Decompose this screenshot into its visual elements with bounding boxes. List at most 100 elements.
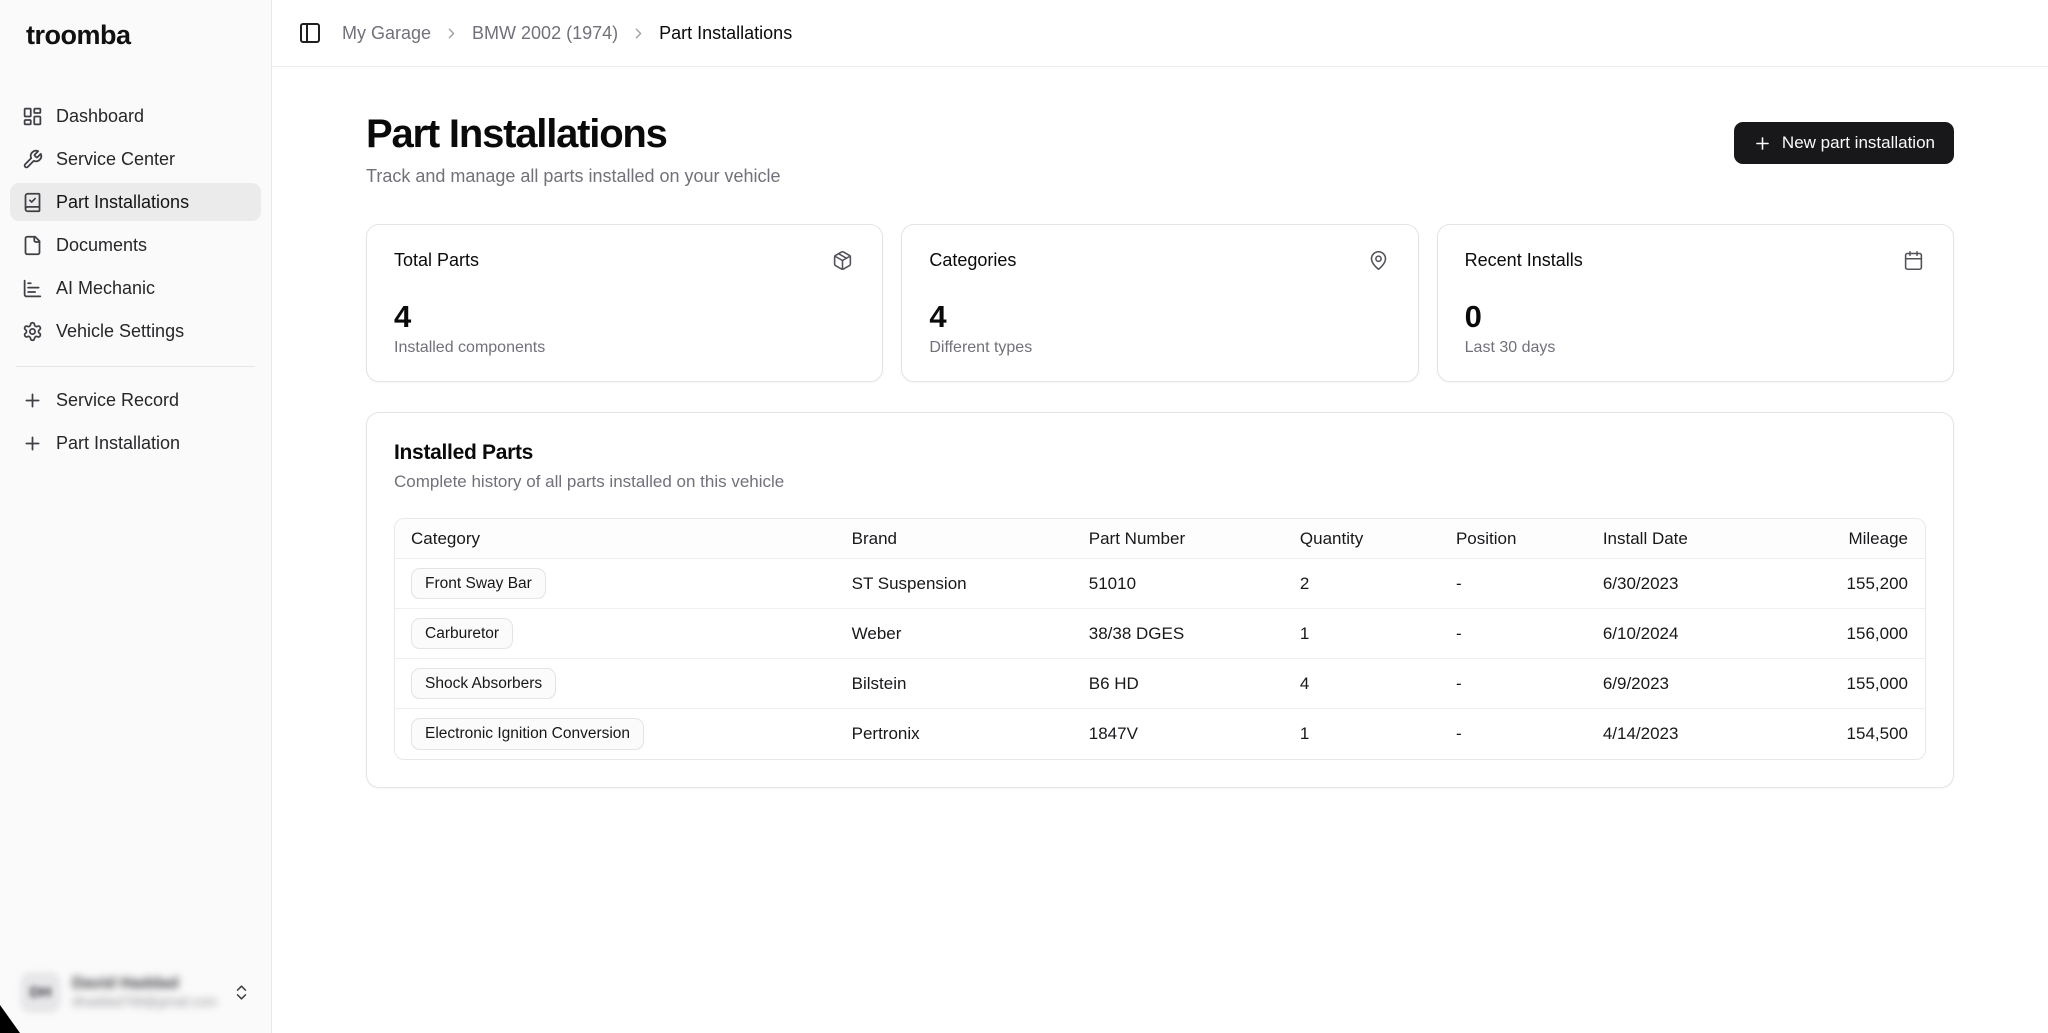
column-header-position: Position (1440, 529, 1587, 549)
new-part-installation-label: New part installation (1782, 133, 1935, 153)
table-row[interactable]: Shock Absorbers Bilstein B6 HD 4 - 6/9/2… (395, 659, 1925, 709)
chevron-right-icon (630, 25, 647, 42)
plus-icon (1753, 134, 1772, 153)
breadcrumb-my-garage[interactable]: My Garage (342, 23, 431, 44)
cell-quantity: 1 (1284, 624, 1440, 644)
stats-row: Total Parts 4 Installed components Categ… (366, 224, 1954, 382)
map-pin-icon (1368, 250, 1389, 271)
table-row[interactable]: Front Sway Bar ST Suspension 51010 2 - 6… (395, 559, 1925, 609)
page-header: Part Installations Track and manage all … (366, 111, 1954, 187)
sidebar-item-part-installations[interactable]: Part Installations (10, 183, 261, 221)
cell-mileage: 154,500 (1775, 724, 1925, 744)
user-info: David Haddad dhaddad768@gmail.com (72, 974, 221, 1010)
page-subtitle: Track and manage all parts installed on … (366, 166, 781, 187)
cell-quantity: 1 (1284, 724, 1440, 744)
cell-install-date: 6/9/2023 (1587, 674, 1775, 694)
column-header-part-number: Part Number (1073, 529, 1284, 549)
wrench-icon (22, 149, 43, 170)
category-badge: Carburetor (411, 618, 513, 649)
breadcrumb-vehicle[interactable]: BMW 2002 (1974) (472, 23, 618, 44)
sidebar-toggle-icon[interactable] (298, 21, 322, 45)
stat-title: Recent Installs (1465, 250, 1583, 271)
user-email: dhaddad768@gmail.com (72, 994, 221, 1011)
page-title: Part Installations (366, 111, 781, 157)
main-column: My Garage BMW 2002 (1974) Part Installat… (272, 0, 2048, 1033)
category-badge: Electronic Ignition Conversion (411, 718, 644, 749)
book-check-icon (22, 192, 43, 213)
table-row[interactable]: Carburetor Weber 38/38 DGES 1 - 6/10/202… (395, 609, 1925, 659)
new-part-installation-button[interactable]: New part installation (1734, 122, 1954, 164)
cell-brand: Pertronix (836, 724, 1073, 744)
avatar-initials: DH (30, 984, 52, 1001)
stat-card-categories: Categories 4 Different types (901, 224, 1418, 382)
table-row[interactable]: Electronic Ignition Conversion Pertronix… (395, 709, 1925, 759)
stat-caption: Last 30 days (1465, 339, 1924, 357)
table-header-row: Category Brand Part Number Quantity Posi… (395, 519, 1925, 559)
sidebar-item-dashboard[interactable]: Dashboard (10, 97, 261, 135)
plus-icon (22, 433, 43, 454)
cell-brand: Bilstein (836, 674, 1073, 694)
breadcrumb-current: Part Installations (659, 23, 792, 44)
chevrons-up-down-icon (232, 983, 251, 1002)
plus-icon (22, 390, 43, 411)
cell-quantity: 4 (1284, 674, 1440, 694)
stat-value: 4 (394, 300, 853, 334)
cell-position: - (1440, 674, 1587, 694)
package-icon (832, 250, 853, 271)
sidebar-item-label: Documents (56, 235, 147, 256)
cell-part-number: B6 HD (1073, 674, 1284, 694)
stat-value: 0 (1465, 300, 1924, 334)
cell-mileage: 155,000 (1775, 674, 1925, 694)
category-badge: Shock Absorbers (411, 668, 556, 699)
bar-chart-icon (22, 278, 43, 299)
column-header-category: Category (395, 529, 836, 549)
sidebar-item-vehicle-settings[interactable]: Vehicle Settings (10, 312, 261, 350)
sidebar-divider (16, 366, 255, 367)
sidebar: troomba Dashboard Service Center Part In… (0, 0, 272, 1033)
installed-parts-card: Installed Parts Complete history of all … (366, 412, 1954, 788)
sidebar-action-service-record[interactable]: Service Record (10, 381, 261, 419)
cell-install-date: 6/10/2024 (1587, 624, 1775, 644)
sidebar-item-ai-mechanic[interactable]: AI Mechanic (10, 269, 261, 307)
chevron-right-icon (443, 25, 460, 42)
sidebar-nav: Dashboard Service Center Part Installati… (10, 97, 261, 350)
sidebar-item-label: Service Center (56, 149, 175, 170)
avatar: DH (20, 972, 61, 1013)
column-header-mileage: Mileage (1775, 529, 1925, 549)
sidebar-item-documents[interactable]: Documents (10, 226, 261, 264)
column-header-install-date: Install Date (1587, 529, 1775, 549)
calendar-icon (1903, 250, 1924, 271)
stat-value: 4 (929, 300, 1388, 334)
sidebar-item-label: Dashboard (56, 106, 144, 127)
sidebar-quick-actions: Service Record Part Installation (10, 381, 261, 462)
cell-brand: ST Suspension (836, 574, 1073, 594)
sidebar-action-part-installation[interactable]: Part Installation (10, 424, 261, 462)
document-icon (22, 235, 43, 256)
cell-position: - (1440, 574, 1587, 594)
breadcrumb: My Garage BMW 2002 (1974) Part Installat… (342, 23, 792, 44)
app-logo: troomba (10, 14, 261, 51)
sidebar-item-label: Part Installations (56, 192, 189, 213)
cell-position: - (1440, 724, 1587, 744)
sidebar-item-service-center[interactable]: Service Center (10, 140, 261, 178)
table-body: Front Sway Bar ST Suspension 51010 2 - 6… (395, 559, 1925, 759)
cell-mileage: 156,000 (1775, 624, 1925, 644)
stat-title: Categories (929, 250, 1016, 271)
cell-mileage: 155,200 (1775, 574, 1925, 594)
installed-parts-subtitle: Complete history of all parts installed … (394, 472, 1926, 492)
page-content: Part Installations Track and manage all … (272, 67, 2048, 1033)
cell-part-number: 1847V (1073, 724, 1284, 744)
sidebar-action-label: Part Installation (56, 433, 180, 454)
category-badge: Front Sway Bar (411, 568, 546, 599)
column-header-quantity: Quantity (1284, 529, 1440, 549)
user-menu[interactable]: DH David Haddad dhaddad768@gmail.com (10, 964, 261, 1021)
parts-table: Category Brand Part Number Quantity Posi… (394, 518, 1926, 760)
cell-install-date: 6/30/2023 (1587, 574, 1775, 594)
dashboard-grid-icon (22, 106, 43, 127)
sidebar-item-label: Vehicle Settings (56, 321, 184, 342)
cell-brand: Weber (836, 624, 1073, 644)
sidebar-action-label: Service Record (56, 390, 179, 411)
column-header-brand: Brand (836, 529, 1073, 549)
cell-quantity: 2 (1284, 574, 1440, 594)
stat-card-recent-installs: Recent Installs 0 Last 30 days (1437, 224, 1954, 382)
